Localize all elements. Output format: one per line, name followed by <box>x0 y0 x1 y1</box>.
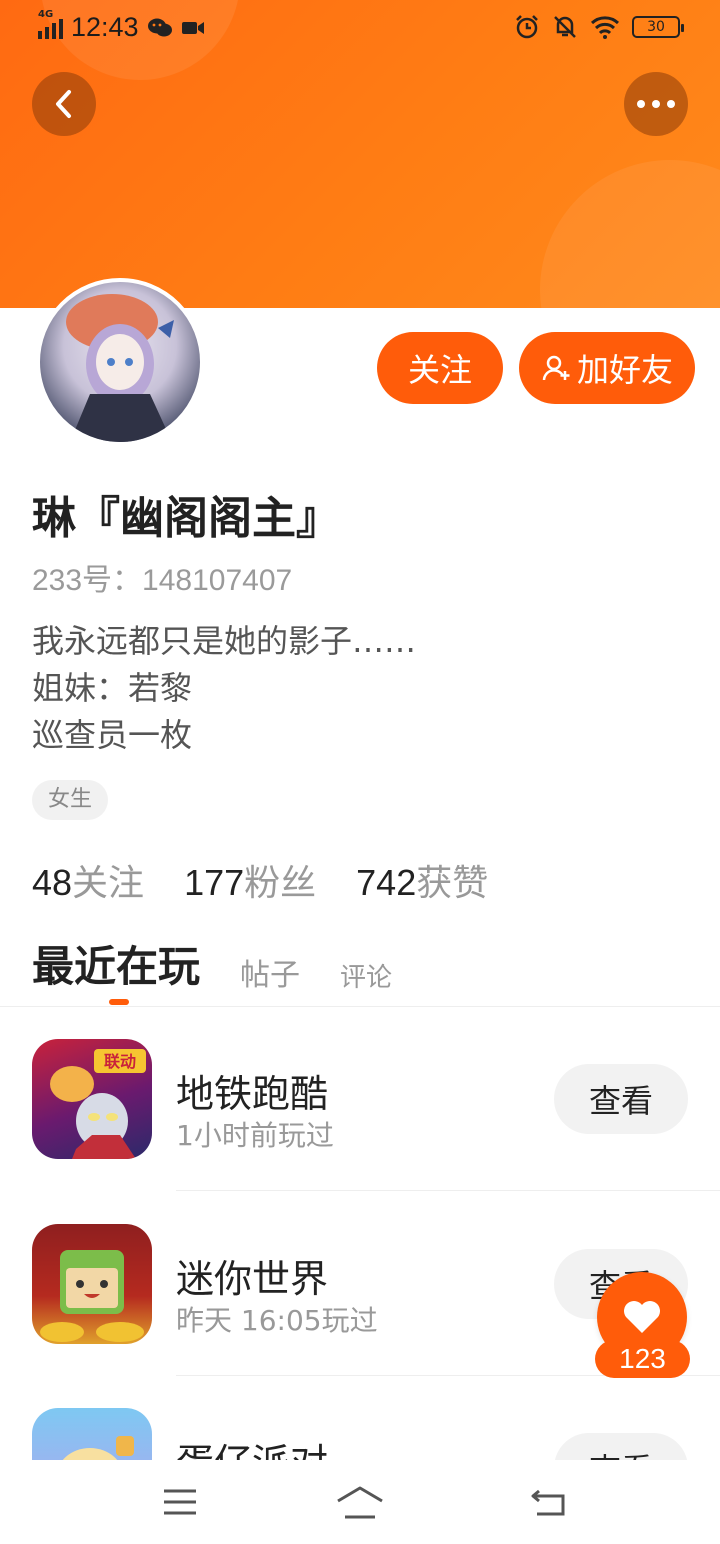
home-icon <box>337 1486 383 1519</box>
add-friend-button[interactable]: 加好友 <box>519 332 695 404</box>
view-game-button[interactable]: 查看 <box>554 1064 688 1134</box>
home-button[interactable] <box>335 1480 385 1524</box>
list-item[interactable]: 联动 地铁跑酷 1小时前玩过 查看 <box>0 1007 720 1191</box>
like-count-badge: 123 <box>595 1340 690 1378</box>
game-icon-eggy-party <box>32 1408 152 1460</box>
more-options-button[interactable] <box>624 72 688 136</box>
return-icon <box>531 1489 565 1516</box>
wifi-icon <box>590 16 620 39</box>
view-game-button[interactable]: 查看 <box>554 1433 688 1460</box>
menu-button[interactable] <box>155 1480 205 1524</box>
stat-likes[interactable]: 742获赞 <box>356 854 488 906</box>
bio-line: 巡查员一枚 <box>32 716 193 754</box>
wechat-icon <box>147 18 172 36</box>
svg-text:联动: 联动 <box>104 1052 136 1071</box>
profile-tabs: 最近在玩 帖子 评论 <box>32 934 692 994</box>
profile-uid: 233号：148107407 <box>32 564 293 597</box>
game-name: 蛋仔派对 <box>176 1432 328 1460</box>
menu-icon <box>164 1489 196 1515</box>
heart-icon <box>624 1301 660 1333</box>
profile-stats: 48关注 177粉丝 742获赞 <box>32 854 488 906</box>
game-name: 迷你世界 <box>176 1257 329 1301</box>
battery-indicator: 30 <box>632 16 684 38</box>
avatar[interactable] <box>36 278 204 446</box>
game-name: 地铁跑酷 <box>176 1072 329 1116</box>
stat-following[interactable]: 48关注 <box>32 854 144 906</box>
list-item[interactable]: 蛋仔派对 查看 <box>0 1376 720 1460</box>
system-navigation-bar <box>0 1460 720 1544</box>
tab-recently-played[interactable]: 最近在玩 <box>32 933 200 994</box>
follow-button-label: 关注 <box>407 351 472 389</box>
game-last-played: 1小时前玩过 <box>176 1119 334 1152</box>
alarm-icon <box>516 15 538 39</box>
bio-line: 姐妹：若黎 <box>32 669 193 707</box>
game-icon-subway-surfers: 联动 <box>32 1039 152 1159</box>
stat-followers[interactable]: 177粉丝 <box>184 854 316 906</box>
divider <box>176 1190 720 1191</box>
tab-comments[interactable]: 评论 <box>340 957 392 994</box>
active-tab-indicator <box>109 999 129 1005</box>
tab-posts[interactable]: 帖子 <box>240 950 300 994</box>
game-icon-mini-world <box>32 1224 152 1344</box>
return-button[interactable] <box>524 1480 574 1524</box>
follow-button[interactable]: 关注 <box>377 332 503 404</box>
gender-tag: 女生 <box>32 780 109 820</box>
add-friend-label: 加好友 <box>576 351 673 389</box>
mute-bell-icon <box>554 16 576 38</box>
profile-name: 琳『幽阁阁主』 <box>32 493 340 544</box>
clock: 12:43 <box>71 12 139 42</box>
status-bar: 4G 12:43 30 <box>0 0 720 56</box>
bio-line: 我永远都只是她的影子…… <box>32 622 417 660</box>
game-last-played: 昨天 16:05玩过 <box>176 1304 378 1337</box>
add-user-icon <box>542 355 570 381</box>
profile-bio: 我永远都只是她的影子…… 姐妹：若黎 巡查员一枚 <box>32 618 416 759</box>
signal-icon: 4G <box>38 9 63 39</box>
chevron-left-icon <box>56 90 71 118</box>
video-icon <box>181 21 204 34</box>
more-dots-icon <box>637 100 675 108</box>
back-button[interactable] <box>32 72 96 136</box>
